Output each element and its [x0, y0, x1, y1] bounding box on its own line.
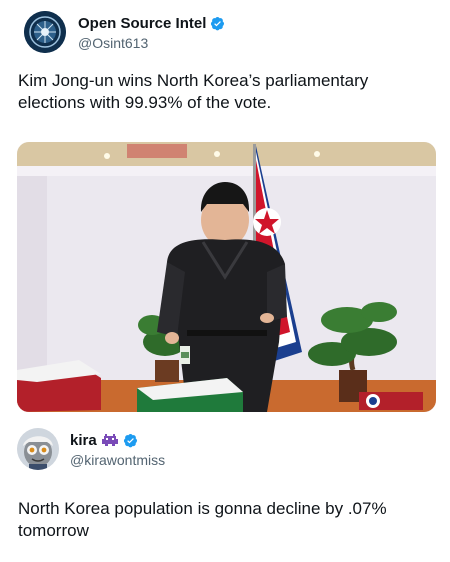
author-name-row: Open Source Intel	[78, 15, 225, 32]
avatar-kira[interactable]	[17, 428, 59, 470]
author-name-row: kira	[70, 432, 138, 449]
author-name[interactable]: kira	[70, 432, 97, 449]
alien-emoji-icon	[101, 434, 118, 446]
tweet-text: North Korea population is gonna decline …	[18, 499, 387, 540]
author-handle[interactable]: @Osint613	[78, 35, 148, 51]
photo-voting-scene	[17, 142, 436, 412]
author-name[interactable]: Open Source Intel	[78, 15, 206, 32]
tweet-text: Kim Jong-un wins North Korea’s parliamen…	[18, 71, 369, 112]
author-handle[interactable]: @kirawontmiss	[70, 452, 165, 468]
verified-badge-icon	[211, 16, 225, 31]
avatar-osint[interactable]	[24, 11, 66, 53]
tweet-photo[interactable]	[17, 142, 436, 412]
verified-badge-icon	[123, 433, 137, 448]
